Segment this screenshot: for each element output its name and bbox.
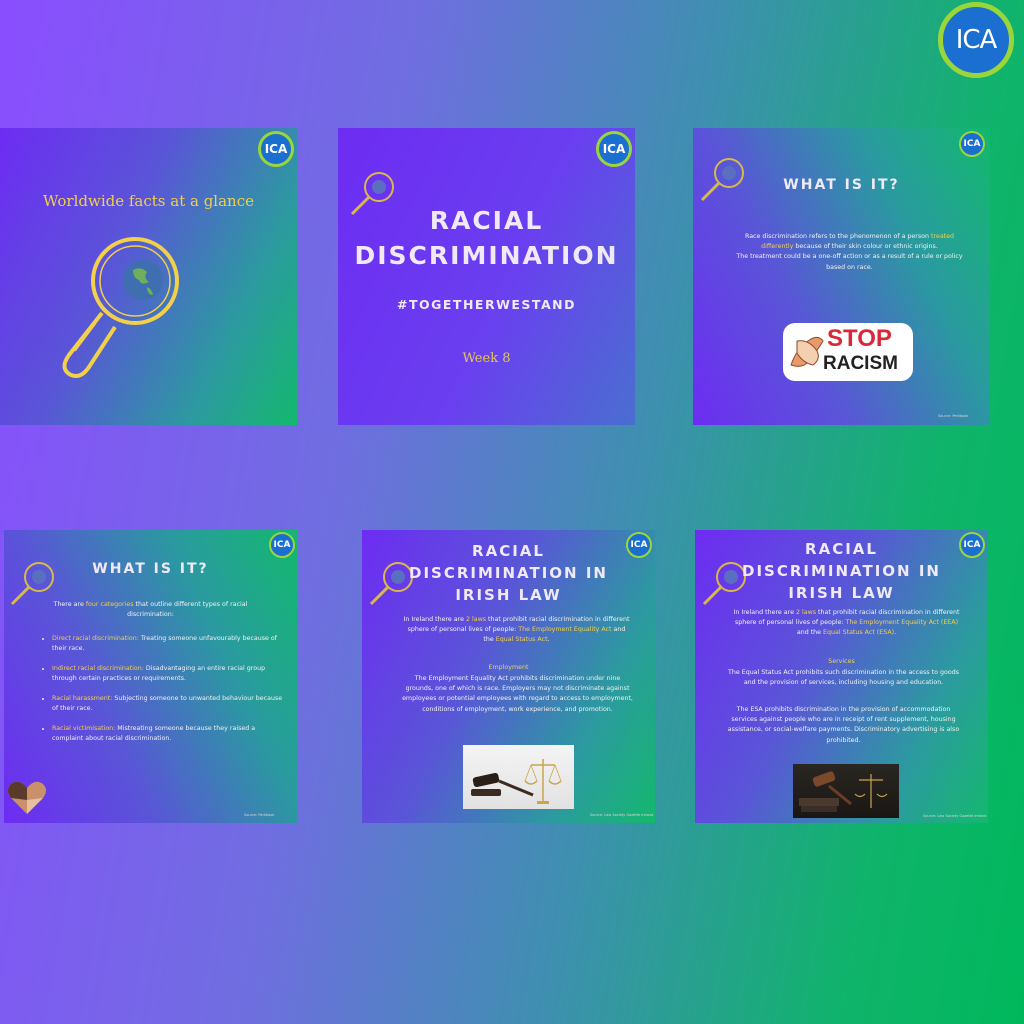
slide-heading: Worldwide facts at a glance — [42, 192, 254, 210]
puzzle-heart-icon — [8, 781, 46, 814]
slide-racial-discrimination-cover: ICA RACIAL DISCRIMINATION #TOGETHERWESTA… — [338, 128, 635, 425]
slide-irish-law-services: ICA RACIAL DISCRIMINATION IN IRISH LAW I… — [695, 530, 988, 823]
slide-title: WHAT IS IT? — [92, 561, 209, 577]
slide-four-categories: ICA WHAT IS IT? There are four categorie… — [4, 530, 297, 823]
slide-worldwide-facts: ICA Worldwide facts at a glance — [0, 128, 297, 425]
definition-text: Race discrimination refers to the phenom… — [736, 233, 963, 271]
section-text: The Employment Equality Act prohibits di… — [402, 675, 633, 713]
list-item: Racial victimisation: Mistreating someon… — [52, 724, 283, 744]
section-subhead: Employment — [488, 664, 529, 671]
intro-text: There are four categories that outline d… — [53, 601, 248, 619]
slide-title-line1: RACIAL — [805, 540, 878, 558]
section-subhead: Services — [828, 658, 855, 665]
slide-title-line3: IRISH LAW — [788, 584, 895, 602]
gavel-scales-image — [463, 745, 574, 809]
section-text: The Equal Status Act prohibits such disc… — [728, 669, 959, 687]
ica-logo: ICA — [938, 2, 1014, 78]
gavel-books-image — [793, 764, 899, 818]
hands-icon — [790, 336, 824, 367]
slide-title-line3: IRISH LAW — [455, 586, 562, 604]
category-list: Direct racial discrimination: Treating s… — [38, 634, 283, 755]
slide-title: WHAT IS IT? — [783, 177, 900, 193]
slide-title-line2: DISCRIMINATION IN — [409, 564, 608, 582]
slide-title-line1: RACIAL — [472, 542, 545, 560]
slide-irish-law-employment: ICA RACIAL DISCRIMINATION IN IRISH LAW I… — [362, 530, 655, 823]
section-text-2: The ESA prohibits discrimination in the … — [727, 706, 960, 744]
sticker-stop-text: STOP — [827, 325, 892, 352]
source-note: Source: Law Society Gazette Ireland — [590, 813, 654, 817]
list-item: Direct racial discrimination: Treating s… — [52, 634, 283, 654]
intro-text: In Ireland there are 2 laws that prohibi… — [733, 609, 960, 637]
source-note: Source: Perkbook — [938, 414, 969, 418]
week-label: Week 8 — [462, 351, 511, 366]
slide-title-line2: DISCRIMINATION IN — [742, 562, 941, 580]
slide-title-line2: DISCRIMINATION — [354, 241, 619, 270]
ica-logo: ICA — [596, 131, 632, 167]
source-note: Source: Perkbook — [244, 813, 275, 817]
stop-racism-sticker: STOP RACISM — [783, 323, 913, 381]
magnifier-globe-icon — [62, 237, 179, 378]
slide-title-line1: RACIAL — [429, 206, 544, 235]
list-item: Indirect racial discrimination: Disadvan… — [52, 664, 283, 684]
ica-logo: ICA — [258, 131, 294, 167]
hashtag: #TOGETHERWESTAND — [397, 297, 576, 312]
gavel-icon — [799, 771, 888, 812]
sticker-racism-text: RACISM — [823, 353, 898, 374]
ica-logo: ICA — [959, 131, 985, 157]
source-note: Source: Law Society Gazette Ireland — [923, 814, 987, 818]
slide-what-is-it: ICA WHAT IS IT? Race discrimination refe… — [693, 128, 990, 425]
list-item: Racial harassment: Subjecting someone to… — [52, 694, 283, 714]
intro-text: In Ireland there are 2 laws that prohibi… — [403, 616, 630, 644]
gavel-icon — [471, 759, 562, 804]
ica-logo: ICA — [269, 532, 295, 558]
